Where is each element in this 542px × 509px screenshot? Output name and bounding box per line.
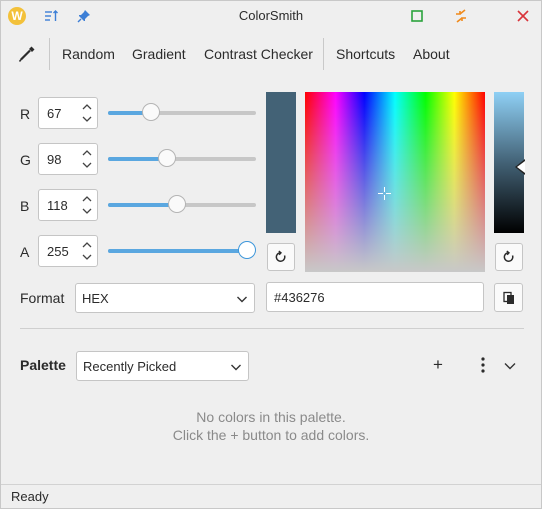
gradient-button[interactable]: Gradient	[132, 34, 186, 74]
palette-label: Palette	[20, 357, 66, 373]
spin-arrows-icon[interactable]	[80, 147, 94, 171]
copy-icon	[502, 291, 514, 304]
blue-spinbox[interactable]: 118	[38, 189, 98, 221]
green-slider[interactable]	[108, 149, 256, 167]
format-select[interactable]: HEX	[75, 283, 255, 313]
eyedropper-icon[interactable]	[17, 34, 37, 74]
reset-icon	[503, 250, 514, 262]
alpha-slider-fill	[108, 249, 247, 253]
empty-palette-message: No colors in this palette.	[196, 409, 346, 425]
random-button[interactable]: Random	[62, 34, 115, 74]
palette-select[interactable]: Recently Picked	[76, 351, 249, 381]
reset-icon	[275, 250, 286, 262]
red-label: R	[20, 106, 31, 122]
red-value: 67	[47, 106, 62, 121]
section-divider	[20, 328, 524, 329]
spin-arrows-icon[interactable]	[80, 239, 94, 263]
close-icon[interactable]	[513, 6, 533, 26]
status-bar: Ready	[1, 484, 541, 508]
green-label: G	[20, 152, 31, 168]
toolbar-divider	[49, 38, 50, 70]
green-spinbox[interactable]: 98	[38, 143, 98, 175]
reset-value-button[interactable]	[495, 243, 523, 271]
alpha-slider[interactable]	[108, 241, 256, 259]
color-swatch	[266, 92, 296, 233]
alpha-label: A	[20, 244, 30, 260]
spin-arrows-icon[interactable]	[80, 101, 94, 125]
blue-label: B	[20, 198, 30, 214]
about-button[interactable]: About	[413, 34, 450, 74]
palette-selected: Recently Picked	[83, 359, 177, 374]
swap-icon[interactable]	[451, 6, 471, 26]
toolbar: Random Gradient Contrast Checker Shortcu…	[1, 34, 541, 74]
value-bar-marker[interactable]	[517, 161, 525, 173]
alpha-slider-handle[interactable]	[238, 241, 256, 259]
hex-input[interactable]: #436276	[266, 282, 484, 312]
blue-value: 118	[47, 198, 68, 213]
hex-value: #436276	[274, 290, 325, 305]
contrast-checker-button[interactable]: Contrast Checker	[204, 34, 313, 74]
spin-arrows-icon[interactable]	[80, 193, 94, 217]
blue-slider-handle[interactable]	[168, 195, 187, 213]
color-picker-area[interactable]	[305, 92, 485, 272]
empty-palette-hint: Click the + button to add colors.	[172, 427, 370, 443]
alpha-value: 255	[47, 244, 69, 259]
red-spinbox[interactable]: 67	[38, 97, 98, 129]
status-text: Ready	[11, 489, 49, 504]
format-selected: HEX	[82, 291, 109, 306]
crosshair-icon	[378, 187, 391, 200]
chevron-down-icon	[231, 364, 241, 371]
alpha-spinbox[interactable]: 255	[38, 235, 98, 267]
blue-slider[interactable]	[108, 195, 256, 213]
green-slider-handle[interactable]	[157, 149, 176, 167]
format-label: Format	[20, 290, 65, 306]
app-window: W ColorSmith Random Gradient Contrast Ch…	[0, 0, 542, 509]
blue-slider-fill	[108, 203, 178, 207]
chevron-down-icon	[237, 296, 247, 303]
maximize-icon[interactable]	[407, 6, 427, 26]
red-slider-handle[interactable]	[142, 103, 161, 121]
toolbar-divider	[323, 38, 324, 70]
reset-color-button[interactable]	[267, 243, 295, 271]
collapse-chevron-icon[interactable]	[503, 359, 517, 373]
copy-button[interactable]	[494, 283, 523, 312]
shortcuts-button[interactable]: Shortcuts	[336, 34, 395, 74]
add-color-button[interactable]: +	[433, 355, 443, 375]
red-slider[interactable]	[108, 103, 256, 121]
green-value: 98	[47, 152, 62, 167]
title-bar: W ColorSmith	[1, 1, 541, 31]
more-options-icon[interactable]	[476, 355, 490, 375]
saturation-gradient	[305, 92, 485, 272]
